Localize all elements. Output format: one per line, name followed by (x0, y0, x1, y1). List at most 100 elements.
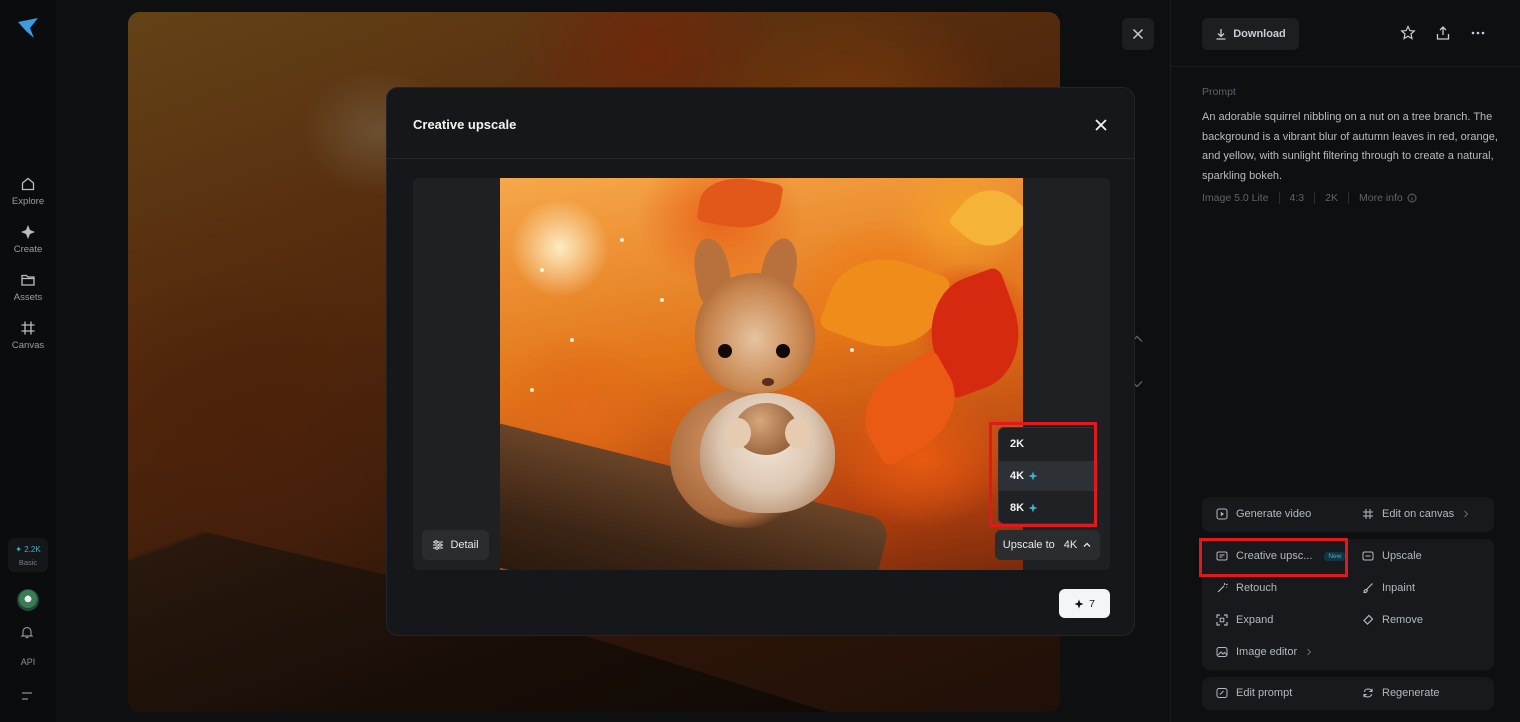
regenerate-label: Regenerate (1382, 687, 1440, 699)
edit-prompt-button[interactable]: Edit prompt (1216, 687, 1292, 699)
retouch-button[interactable]: Retouch (1216, 582, 1277, 594)
squirrel-eye (776, 344, 790, 358)
expand-icon (1216, 614, 1228, 626)
nav-canvas-label: Canvas (11, 340, 45, 351)
bokeh-sparkle (540, 268, 544, 272)
play-square-icon (1216, 508, 1228, 520)
generate-upscale-button[interactable]: 7 (1059, 589, 1110, 618)
bokeh-sparkle (530, 388, 534, 392)
creative-upscale-highlight-box (1199, 538, 1348, 577)
retouch-label: Retouch (1236, 582, 1277, 594)
panel-divider (1171, 66, 1520, 67)
meta-ratio: 4:3 (1280, 192, 1316, 204)
chevron-right-icon (1464, 510, 1469, 518)
upscale-value: 4K (1063, 539, 1078, 551)
leaf (947, 178, 1023, 261)
bell-icon[interactable] (20, 625, 34, 639)
chevron-right-icon (1307, 648, 1312, 656)
sparkle-icon (21, 225, 35, 239)
image-editor-label: Image editor (1236, 646, 1298, 658)
nav-create-label: Create (13, 244, 43, 255)
edit-icon (1216, 688, 1228, 698)
edit-prompt-label: Edit prompt (1236, 687, 1293, 699)
meta-resolution: 2K (1315, 192, 1349, 204)
squirrel-image (500, 178, 1023, 570)
nav-assets[interactable]: Assets (0, 272, 56, 303)
squirrel-head (695, 273, 815, 393)
sliders-icon (433, 540, 444, 550)
more-info-link[interactable]: More info (1349, 192, 1427, 204)
info-icon (1407, 193, 1417, 203)
api-link[interactable]: API (0, 657, 56, 667)
modal-title: Creative upscale (413, 117, 517, 132)
generate-video-label: Generate video (1236, 508, 1312, 520)
plan-label: Basic (18, 558, 38, 567)
share-icon[interactable] (1435, 25, 1451, 41)
leaf (696, 178, 784, 235)
upscale-resolution-select[interactable]: Upscale to 4K (995, 530, 1100, 560)
eraser-icon (1363, 614, 1374, 625)
app-root: Explore Create Assets Canvas ✦ 2.2K Basi… (0, 0, 1520, 722)
squirrel-eye (718, 344, 732, 358)
image-metadata: Image 5.0 Lite 4:3 2K More info (1202, 192, 1427, 204)
image-details-panel: Download Prompt An adorable squirrel nib… (1170, 0, 1520, 722)
edit-on-canvas-label: Edit on canvas (1382, 508, 1455, 520)
bokeh-sparkle (660, 298, 664, 302)
creative-upscale-modal: Creative upscale Detail Upscale to 4K 2K… (386, 87, 1135, 636)
inpaint-button[interactable]: Inpaint (1362, 582, 1415, 594)
squirrel-paw (725, 418, 751, 448)
nav-explore[interactable]: Explore (0, 176, 56, 207)
left-nav-rail: Explore Create Assets Canvas ✦ 2.2K Basi… (0, 0, 56, 722)
bokeh-sparkle (620, 238, 624, 242)
upscale-button[interactable]: Upscale (1362, 550, 1422, 562)
folder-icon (21, 274, 35, 286)
download-button[interactable]: Download (1202, 18, 1299, 50)
squirrel-paw (785, 418, 811, 448)
more-options-icon[interactable] (1470, 25, 1486, 41)
chevron-up-icon (1083, 542, 1091, 547)
close-icon (1132, 28, 1144, 40)
image-editor-icon (1216, 647, 1228, 657)
bottom-actions-group: Edit prompt Regenerate (1202, 677, 1494, 710)
home-icon (21, 177, 35, 191)
credits-amount: ✦ 2.2K (15, 545, 41, 554)
edit-on-canvas-button[interactable]: Edit on canvas (1362, 508, 1470, 520)
meta-model: Image 5.0 Lite (1202, 192, 1280, 204)
download-label: Download (1233, 28, 1286, 40)
expand-button[interactable]: Expand (1216, 614, 1273, 626)
bokeh-sparkle (570, 338, 574, 342)
bokeh-sparkle (850, 348, 854, 352)
nav-create[interactable]: Create (0, 224, 56, 255)
primary-actions-group: Generate video Edit on canvas (1202, 497, 1494, 532)
avatar[interactable] (17, 589, 39, 611)
nav-canvas[interactable]: Canvas (0, 320, 56, 351)
app-logo-icon[interactable] (16, 16, 40, 40)
upscale-icon (1362, 551, 1374, 561)
cost-label: 7 (1089, 597, 1095, 610)
prompt-label: Prompt (1202, 86, 1236, 98)
sparkle-icon (1074, 599, 1084, 608)
inpaint-label: Inpaint (1382, 582, 1416, 594)
detail-label: Detail (450, 539, 479, 551)
close-icon[interactable] (1094, 118, 1108, 132)
menu-icon[interactable] (20, 690, 34, 702)
image-editor-button[interactable]: Image editor (1216, 646, 1313, 658)
expand-label: Expand (1236, 614, 1274, 626)
star-icon[interactable] (1400, 25, 1416, 41)
refresh-icon (1363, 688, 1373, 698)
detail-button[interactable]: Detail (422, 530, 489, 560)
generate-video-button[interactable]: Generate video (1216, 508, 1311, 520)
wand-icon (1217, 583, 1228, 593)
remove-button[interactable]: Remove (1362, 614, 1423, 626)
squirrel-nose (762, 378, 774, 386)
regenerate-button[interactable]: Regenerate (1362, 687, 1440, 699)
brush-icon (1363, 583, 1373, 594)
credits-badge[interactable]: ✦ 2.2K Basic (8, 538, 48, 572)
upscale-prefix: Upscale to (1002, 539, 1055, 551)
modal-divider (387, 158, 1134, 159)
nav-explore-label: Explore (11, 196, 45, 207)
close-viewer-button[interactable] (1122, 18, 1154, 50)
canvas-icon (21, 321, 35, 335)
canvas-icon (1363, 509, 1373, 519)
nav-assets-label: Assets (13, 292, 43, 303)
